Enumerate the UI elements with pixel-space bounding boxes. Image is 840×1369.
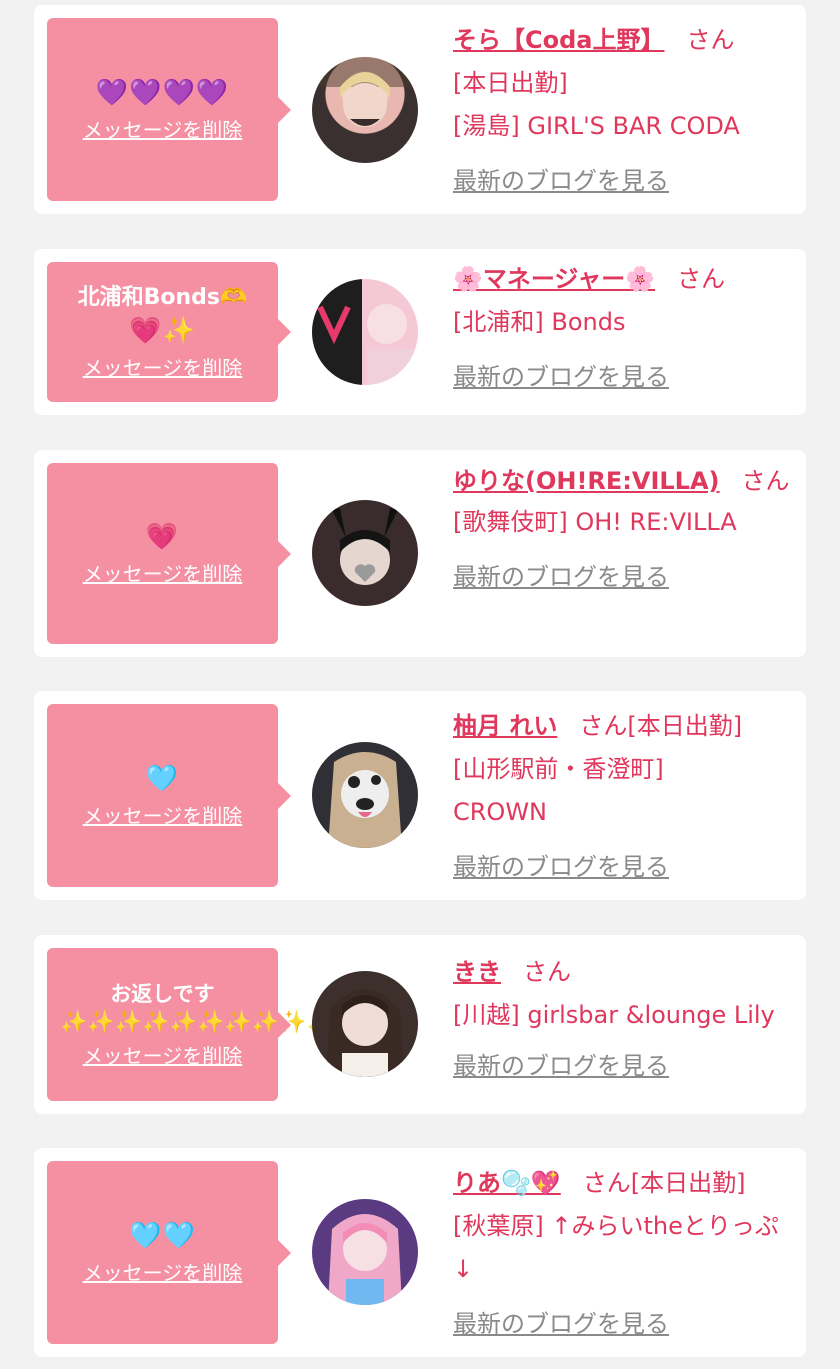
honorific: さん — [677, 265, 726, 293]
avatar[interactable] — [312, 500, 418, 606]
cast-name-link[interactable]: そら【Coda上野】 — [453, 26, 664, 54]
latest-blog-link[interactable]: 最新のブログを見る — [453, 1052, 669, 1080]
message-bubble: 🩵 メッセージを削除 — [47, 704, 291, 887]
cast-info: 柚月 れい さん[本日出勤] [山形駅前・香澄町] CROWN 最新のブログを見る — [453, 705, 793, 889]
shop-name: [川越] girlsbar &lounge Lily — [453, 1001, 775, 1029]
message-bubble: 💗 メッセージを削除 — [47, 463, 291, 644]
cast-info: ゆりな(OH!RE:VILLA) さん [歌舞伎町] OH! RE:VILLA 最… — [453, 461, 793, 599]
message-hearts: 🩵🩵 — [129, 1220, 196, 1251]
latest-blog-link[interactable]: 最新のブログを見る — [453, 1310, 669, 1338]
message-bubble: 🩵🩵 メッセージを削除 — [47, 1161, 291, 1344]
honorific: さん — [523, 958, 571, 986]
cast-name-link[interactable]: きき — [453, 958, 501, 986]
shop-name: [歌舞伎町] OH! RE:VILLA — [453, 508, 737, 536]
message-text: お返しです — [110, 981, 215, 1006]
message-bubble: お返しです ✨✨✨✨✨✨✨✨✨✨ メッセージを削除 — [47, 948, 334, 1101]
cast-info: 🌸マネージャー🌸 さん [北浦和] Bonds 最新のブログを見る — [453, 258, 793, 399]
favorite-card: 北浦和Bonds🫶 💗✨ メッセージを削除 🌸マネージャー🌸 さん [北浦和] B… — [34, 249, 806, 415]
cast-info: りあ🫧💖 さん[本日出勤] [秋葉原] ↑みらいtheとりっぷ↓ 最新のブログを見… — [453, 1162, 793, 1346]
shop-name: [山形駅前・香澄町] CROWN — [453, 755, 664, 826]
cast-info: そら【Coda上野】 さん [本日出勤] [湯島] GIRL'S BAR CODA… — [453, 19, 793, 203]
message-hearts: 💗 — [145, 521, 180, 552]
honorific: さん — [579, 712, 628, 740]
shop-name: [秋葉原] ↑みらいtheとりっぷ↓ — [453, 1212, 779, 1283]
shop-name: [湯島] GIRL'S BAR CODA — [453, 112, 740, 140]
avatar[interactable] — [312, 971, 418, 1077]
cast-info: きき さん [川越] girlsbar &lounge Lily 最新のブログを見… — [453, 951, 793, 1088]
message-sparkles: ✨✨✨✨✨✨✨✨✨✨ — [60, 1009, 334, 1035]
avatar-image — [328, 752, 402, 848]
cast-name-link[interactable]: 🌸マネージャー🌸 — [453, 265, 655, 293]
favorite-card: 🩵 メッセージを削除 柚月 れい さん[本日出勤] [山形駅前・香澄町] CROW… — [34, 691, 806, 900]
avatar[interactable] — [312, 57, 418, 163]
latest-blog-link[interactable]: 最新のブログを見る — [453, 363, 669, 391]
cast-name-link[interactable]: 柚月 れい — [453, 712, 557, 740]
delete-message-link[interactable]: メッセージを削除 — [83, 116, 243, 144]
message-hearts: 🩵 — [145, 763, 180, 794]
honorific: さん — [582, 1169, 631, 1197]
favorite-card: お返しです ✨✨✨✨✨✨✨✨✨✨ メッセージを削除 きき さん [川越] girl… — [34, 935, 806, 1114]
honorific: さん — [741, 467, 790, 495]
work-status: [本日出勤] — [630, 1169, 746, 1197]
latest-blog-link[interactable]: 最新のブログを見る — [453, 167, 669, 195]
latest-blog-link[interactable]: 最新のブログを見る — [453, 563, 669, 591]
avatar-image — [332, 508, 398, 585]
favorite-card: 🩵🩵 メッセージを削除 りあ🫧💖 さん[本日出勤] [秋葉原] ↑みらいtheとり… — [34, 1148, 806, 1357]
avatar-image — [312, 57, 418, 127]
delete-message-link[interactable]: メッセージを削除 — [83, 1259, 243, 1287]
avatar[interactable] — [312, 742, 418, 848]
message-hearts: 💗✨ — [129, 316, 196, 346]
message-hearts: 💜💜💜💜 — [95, 77, 230, 108]
avatar[interactable] — [312, 1199, 418, 1305]
avatar[interactable] — [312, 279, 418, 385]
avatar-image — [326, 989, 404, 1077]
work-status: [本日出勤] — [627, 712, 743, 740]
honorific: さん — [686, 26, 735, 54]
delete-message-link[interactable]: メッセージを削除 — [83, 802, 243, 830]
message-bubble: 💜💜💜💜 メッセージを削除 — [47, 18, 291, 201]
work-status: [本日出勤] — [453, 69, 568, 97]
latest-blog-link[interactable]: 最新のブログを見る — [453, 853, 669, 881]
cast-name-link[interactable]: りあ🫧💖 — [453, 1169, 561, 1197]
message-text: 北浦和Bonds🫶 — [77, 285, 248, 310]
delete-message-link[interactable]: メッセージを削除 — [83, 560, 243, 588]
shop-name: [北浦和] Bonds — [453, 308, 626, 336]
avatar-image — [328, 1214, 402, 1305]
delete-message-link[interactable]: メッセージを削除 — [83, 1042, 243, 1070]
favorite-card: 💜💜💜💜 メッセージを削除 そら【Coda上野】 さん [本日出勤] [湯島] G… — [34, 5, 806, 214]
message-bubble: 北浦和Bonds🫶 💗✨ メッセージを削除 — [47, 262, 291, 402]
avatar-image — [312, 279, 417, 385]
delete-message-link[interactable]: メッセージを削除 — [83, 354, 243, 382]
favorite-card: 💗 メッセージを削除 ゆりな(OH!RE:VILLA) さん [歌舞伎町] OH!… — [34, 450, 806, 657]
cast-name-link[interactable]: ゆりな(OH!RE:VILLA) — [453, 467, 720, 495]
